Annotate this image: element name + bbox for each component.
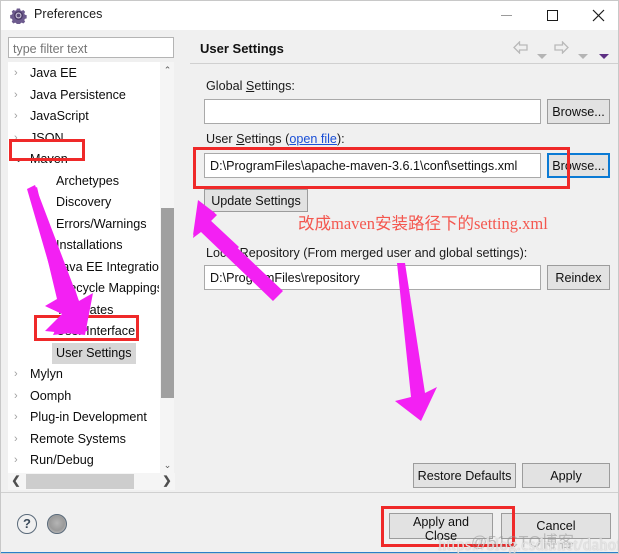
scroll-down-icon[interactable]: ⌄: [160, 457, 175, 473]
tree-horizontal-scrollbar[interactable]: ❮ ❯: [8, 473, 175, 490]
chevron-right-icon[interactable]: ›: [14, 386, 26, 408]
hscrollbar-thumb[interactable]: [26, 474, 134, 489]
tree-item-mylyn[interactable]: › Mylyn: [9, 364, 173, 386]
tree-item-label: Java EE Integration: [56, 259, 166, 274]
tree-item-lifecycle-mappings[interactable]: Lifecycle Mappings: [9, 278, 173, 300]
chevron-right-icon[interactable]: ›: [14, 63, 26, 85]
cancel-button[interactable]: Cancel: [501, 513, 611, 539]
tree-item-discovery[interactable]: Discovery: [9, 192, 173, 214]
user-settings-label: User Settings (open file):: [206, 132, 345, 146]
user-settings-browse-button[interactable]: Browse...: [547, 153, 610, 178]
preferences-dialog: Preferences › Java EE › Java Persistence › Ja…: [0, 0, 619, 554]
tree-item-remote-systems[interactable]: › Remote Systems: [9, 429, 173, 451]
apply-and-close-button[interactable]: Apply and Close: [389, 513, 493, 543]
restore-window-icon[interactable]: [47, 514, 67, 534]
tree-vertical-scrollbar[interactable]: ⌃ ⌄: [159, 62, 174, 473]
tree-item-maven[interactable]: ⌄ Maven: [9, 149, 173, 171]
chevron-right-icon[interactable]: ›: [14, 407, 26, 429]
annotation-note: 改成maven安装路径下的setting.xml: [298, 214, 548, 233]
chevron-right-icon[interactable]: ›: [14, 429, 26, 451]
minimize-button[interactable]: [483, 1, 529, 30]
tree-item-label: Remote Systems: [30, 431, 126, 446]
user-settings-input[interactable]: [204, 153, 541, 178]
title-divider: [190, 63, 618, 64]
tree-item-json[interactable]: › JSON: [9, 128, 173, 150]
tree-item-user-settings[interactable]: User Settings: [9, 342, 173, 364]
tree-item-label: Java Persistence: [30, 87, 126, 102]
tree-item-errors-warnings[interactable]: Errors/Warnings: [9, 214, 173, 236]
minimize-icon: [500, 15, 512, 16]
global-settings-label: Global Settings:: [206, 79, 295, 93]
tree-item-user-interface[interactable]: User Interface: [9, 321, 173, 343]
tree-item-plug-in-development[interactable]: › Plug-in Development: [9, 407, 173, 429]
global-settings-browse-button[interactable]: Browse...: [547, 99, 610, 124]
chevron-right-icon[interactable]: ›: [14, 450, 26, 472]
tree-item-java-ee-integration[interactable]: Java EE Integration: [9, 257, 173, 279]
window-title: Preferences: [34, 7, 103, 21]
tree-item-label: User Settings: [52, 342, 136, 364]
tree-item-label: Installations: [56, 238, 123, 252]
tree-item-archetypes[interactable]: Archetypes: [9, 171, 173, 193]
tree-item-label: User Interface: [56, 324, 136, 338]
help-icon[interactable]: ?: [17, 514, 37, 534]
tree-item-label: Discovery: [56, 195, 112, 209]
tree-item-label: Run/Debug: [30, 453, 94, 467]
close-icon: [592, 9, 604, 22]
local-repository-input[interactable]: [204, 265, 541, 290]
tree-item-label: Oomph: [30, 388, 72, 403]
title-bar: Preferences: [1, 1, 618, 30]
tree-item-oomph[interactable]: › Oomph: [9, 386, 173, 408]
chevron-right-icon[interactable]: ›: [14, 85, 26, 107]
global-settings-input[interactable]: [204, 99, 541, 124]
close-button[interactable]: [575, 1, 618, 30]
tree-item-java-ee[interactable]: › Java EE: [9, 63, 173, 85]
chevron-right-icon[interactable]: ›: [14, 106, 26, 128]
chevron-right-icon[interactable]: ›: [14, 364, 26, 386]
tree-item-java-persistence[interactable]: › Java Persistence: [9, 85, 173, 107]
tree-item-label: Archetypes: [56, 173, 119, 188]
view-menu-icon[interactable]: [599, 46, 609, 64]
tree-item-label: Lifecycle Mappings: [56, 281, 164, 295]
preferences-tree[interactable]: › Java EE › Java Persistence › JavaScript › JSO…: [8, 62, 174, 473]
maximize-icon: [546, 10, 558, 21]
tree-item-javascript[interactable]: › JavaScript: [9, 106, 173, 128]
forward-arrow-icon[interactable]: [554, 40, 569, 55]
tree-item-templates[interactable]: Templates: [9, 300, 173, 322]
gear-icon: [10, 7, 27, 24]
tree-item-label: Mylyn: [30, 367, 63, 381]
reindex-button[interactable]: Reindex: [547, 265, 610, 290]
scroll-right-icon[interactable]: ❯: [159, 473, 175, 490]
tree-item-label: JavaScript: [30, 109, 89, 123]
local-repository-label: Local Repository (From merged user and g…: [206, 246, 528, 260]
footer-divider: [1, 492, 618, 493]
tree-item-label: Maven: [30, 152, 68, 166]
back-dropdown-icon[interactable]: [537, 46, 547, 64]
tree-item-label: Plug-in Development: [30, 410, 147, 424]
filter-input[interactable]: [8, 37, 174, 58]
update-settings-button[interactable]: Update Settings: [204, 189, 308, 212]
tree-item-label: Templates: [56, 302, 114, 317]
forward-dropdown-icon[interactable]: [578, 46, 588, 64]
tree-item-installations[interactable]: Installations: [9, 235, 173, 257]
maximize-button[interactable]: [529, 1, 575, 30]
open-file-link[interactable]: open file: [289, 132, 337, 146]
page-title: User Settings: [200, 41, 284, 56]
restore-defaults-button[interactable]: Restore Defaults: [413, 463, 516, 488]
apply-button[interactable]: Apply: [522, 463, 610, 488]
chevron-down-icon[interactable]: ⌄: [14, 149, 26, 171]
tree-item-run-debug[interactable]: › Run/Debug: [9, 450, 173, 472]
scrollbar-thumb[interactable]: [161, 208, 174, 398]
tree-item-label: Errors/Warnings: [56, 216, 147, 231]
tree-item-label: Java EE: [30, 66, 77, 80]
tree-item-label: JSON: [30, 130, 64, 145]
scroll-up-icon[interactable]: ⌃: [160, 62, 175, 78]
back-arrow-icon[interactable]: [513, 40, 528, 55]
chevron-right-icon[interactable]: ›: [14, 128, 26, 150]
scroll-left-icon[interactable]: ❮: [8, 473, 24, 490]
